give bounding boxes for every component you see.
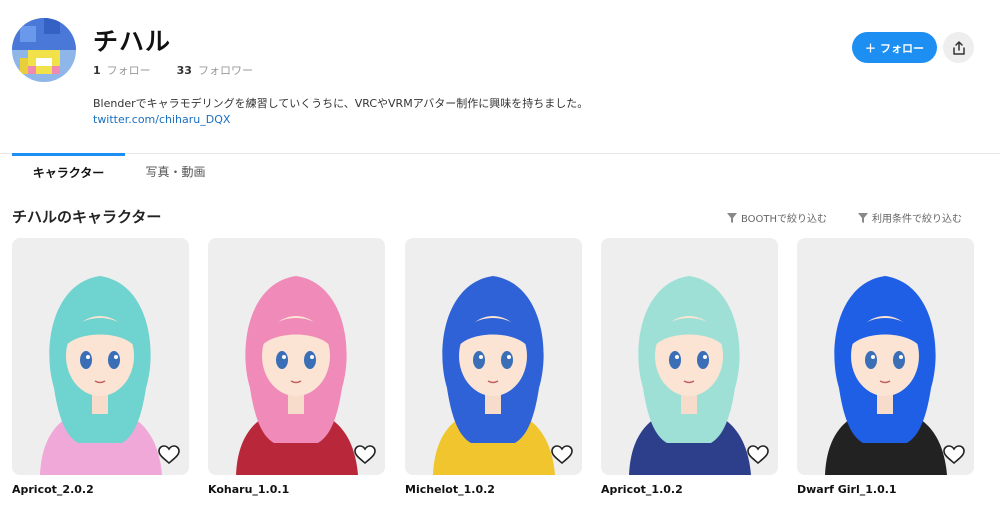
heart-icon[interactable] xyxy=(942,443,966,467)
character-card[interactable] xyxy=(208,238,385,475)
share-button[interactable] xyxy=(943,32,974,63)
filter-booth-label: BOOTHで絞り込む xyxy=(741,214,828,225)
heart-icon[interactable] xyxy=(746,443,770,467)
share-icon xyxy=(952,40,965,55)
followers-stat[interactable]: 33 フォロワー xyxy=(177,62,253,78)
heart-icon[interactable] xyxy=(353,443,377,467)
avatar[interactable] xyxy=(12,18,76,82)
character-name[interactable]: Koharu_1.0.1 xyxy=(208,483,289,496)
character-card[interactable] xyxy=(12,238,189,475)
character-image xyxy=(825,276,947,475)
character-image xyxy=(433,276,555,475)
filter-terms-label: 利用条件で絞り込む xyxy=(872,214,962,225)
profile-name: チハル xyxy=(93,27,172,56)
character-name[interactable]: Apricot_2.0.2 xyxy=(12,483,94,496)
character-name[interactable]: Apricot_1.0.2 xyxy=(601,483,683,496)
character-image xyxy=(236,276,358,475)
profile-stats: 1 フォロー 33 フォロワー xyxy=(93,62,253,78)
character-name[interactable]: Dwarf Girl_1.0.1 xyxy=(797,483,897,496)
plus-icon: ＋ xyxy=(865,41,876,55)
profile-link[interactable]: twitter.com/chiharu_DQX xyxy=(93,113,230,126)
profile-bio: Blenderでキャラモデリングを練習していくうちに、VRCやVRMアバター制作… xyxy=(93,97,589,110)
character-card[interactable] xyxy=(601,238,778,475)
heart-icon[interactable] xyxy=(550,443,574,467)
follow-label: フォロー xyxy=(880,41,924,55)
character-image xyxy=(629,276,751,475)
follow-button[interactable]: ＋ フォロー xyxy=(852,32,937,63)
tab-photos-videos[interactable]: 写真・動画 xyxy=(133,155,218,187)
filter-icon xyxy=(727,212,737,223)
following-stat[interactable]: 1 フォロー xyxy=(93,62,151,78)
character-image xyxy=(40,276,162,475)
filter-booth-button[interactable]: BOOTHで絞り込む xyxy=(727,210,827,225)
filter-icon xyxy=(858,212,868,223)
heart-icon[interactable] xyxy=(157,443,181,467)
tab-characters[interactable]: キャラクター xyxy=(12,153,125,189)
filter-terms-button[interactable]: 利用条件で絞り込む xyxy=(858,210,962,225)
character-name[interactable]: Michelot_1.0.2 xyxy=(405,483,495,496)
tabs-divider xyxy=(0,153,1000,154)
character-card[interactable] xyxy=(405,238,582,475)
character-card[interactable] xyxy=(797,238,974,475)
section-title: チハルのキャラクター xyxy=(12,208,162,226)
